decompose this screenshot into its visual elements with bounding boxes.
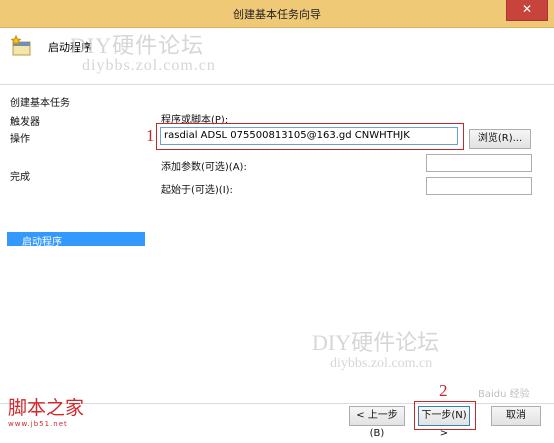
baidu-watermark: Baidu 经验 bbox=[478, 389, 530, 400]
step-start-program-selected[interactable]: 启动程序 bbox=[7, 232, 145, 248]
logo-text: 脚本之家 bbox=[8, 397, 85, 419]
step-start-program-label: 启动程序 bbox=[22, 237, 62, 248]
browse-button[interactable]: 浏览(R)... bbox=[469, 129, 531, 149]
args-input[interactable] bbox=[426, 154, 532, 172]
watermark-text-lower: DIY硬件论坛 bbox=[312, 330, 440, 355]
watermark-url: diybbs.zol.com.cn bbox=[82, 57, 216, 74]
step-create-task[interactable]: 创建基本任务 bbox=[10, 94, 70, 109]
logo-url: www.jb51.net bbox=[8, 420, 68, 428]
site-logo: 脚本之家 www.jb51.net bbox=[8, 393, 84, 428]
step-action[interactable]: 操作 bbox=[10, 130, 30, 145]
next-button[interactable]: 下一步(N) > bbox=[418, 406, 470, 439]
window-title: 创建基本任务向导 bbox=[233, 8, 321, 21]
watermark-text: DIY硬件论坛 bbox=[70, 33, 205, 58]
start-in-label: 起始于(可选)(I): bbox=[161, 185, 233, 196]
program-input[interactable]: rasdial ADSL 075500813105@163.gd CNWHTHJ… bbox=[160, 127, 458, 145]
step-trigger[interactable]: 触发器 bbox=[10, 113, 40, 128]
step-marker-1: 1 bbox=[146, 126, 155, 145]
cancel-button[interactable]: 取消 bbox=[491, 406, 541, 426]
task-wizard-icon bbox=[10, 34, 31, 56]
title-bar: 创建基本任务向导 ✕ bbox=[0, 0, 554, 28]
back-button[interactable]: < 上一步(B) bbox=[349, 406, 405, 439]
args-label: 添加参数(可选)(A): bbox=[161, 162, 247, 173]
watermark-url-lower: diybbs.zol.com.cn bbox=[330, 356, 433, 371]
step-finish[interactable]: 完成 bbox=[10, 168, 30, 183]
wizard-steps-sidebar: 创建基本任务 触发器 操作 启动程序 完成 bbox=[0, 85, 148, 403]
close-button[interactable]: ✕ bbox=[506, 0, 548, 21]
step-marker-2: 2 bbox=[439, 381, 448, 400]
start-in-input[interactable] bbox=[426, 177, 532, 195]
